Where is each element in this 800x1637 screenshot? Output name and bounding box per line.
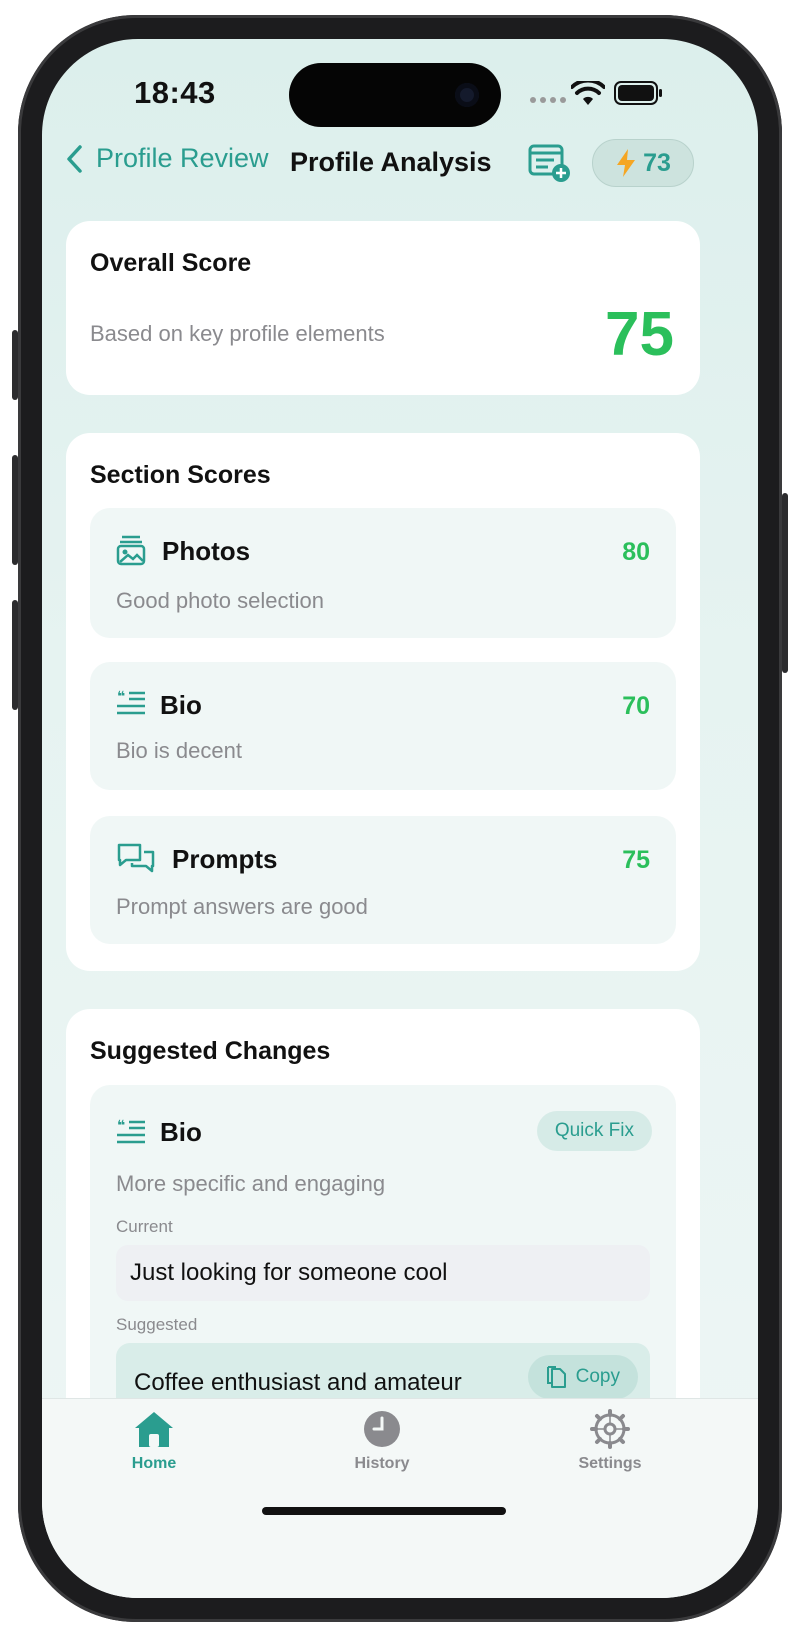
- photo-stack-icon: [116, 535, 146, 566]
- section-score: 70: [622, 692, 650, 720]
- quick-fix-button[interactable]: Quick Fix: [536, 1111, 652, 1151]
- section-scores-card: Section Scores Photos 80 Good photo sele…: [66, 433, 700, 971]
- section-name: Prompts: [172, 844, 278, 874]
- gear-icon: [590, 1409, 630, 1449]
- dynamic-island: [289, 63, 501, 127]
- tab-home[interactable]: Home: [94, 1409, 214, 1473]
- svg-text:❝: ❝: [117, 689, 125, 705]
- section-scores-title: Section Scores: [90, 461, 271, 489]
- wifi-icon: [571, 81, 605, 105]
- section-description: Good photo selection: [116, 588, 324, 613]
- copy-label: Copy: [575, 1366, 620, 1387]
- tab-label: Home: [131, 1455, 177, 1472]
- section-item-prompts[interactable]: Prompts 75 Prompt answers are good: [90, 816, 676, 944]
- chat-bubbles-icon: [117, 843, 155, 873]
- page-title: Profile Analysis: [290, 147, 492, 177]
- tab-label: Settings: [578, 1455, 642, 1472]
- back-label: Profile Review: [96, 143, 269, 173]
- suggested-text: Coffee enthusiast and amateur: [134, 1369, 462, 1396]
- text-quote-icon: ❝: [117, 1118, 145, 1144]
- navigation-bar: Profile Review Profile Analysis 73: [42, 139, 758, 199]
- copy-button[interactable]: Copy: [527, 1355, 638, 1399]
- current-text-box: Just looking for someone cool: [116, 1245, 650, 1301]
- credits-badge[interactable]: 73: [592, 139, 694, 187]
- home-indicator[interactable]: [262, 1507, 506, 1515]
- text-quote-icon: ❝: [117, 689, 145, 715]
- suggested-changes-title: Suggested Changes: [90, 1037, 331, 1065]
- lightning-bolt-icon: [617, 149, 636, 177]
- overall-score-title: Overall Score: [90, 249, 252, 277]
- overall-score-card: Overall Score Based on key profile eleme…: [66, 221, 700, 395]
- new-document-icon[interactable]: [528, 143, 572, 183]
- action-button: [12, 330, 18, 400]
- current-label: Current: [116, 1217, 173, 1236]
- cellular-signal-icon: [530, 97, 566, 103]
- chevron-left-icon: [67, 144, 82, 173]
- section-item-photos[interactable]: Photos 80 Good photo selection: [90, 508, 676, 638]
- overall-score-subtitle: Based on key profile elements: [90, 321, 385, 346]
- tab-bar: Home History Settings: [42, 1398, 758, 1598]
- app-screen: 18:43 Profile Review Profile Analysis 73…: [42, 39, 758, 1598]
- section-score: 80: [622, 538, 650, 566]
- back-button[interactable]: Profile Review: [64, 143, 269, 174]
- current-text: Just looking for someone cool: [130, 1259, 448, 1286]
- svg-text:❝: ❝: [117, 1118, 125, 1134]
- tab-history[interactable]: History: [322, 1409, 442, 1473]
- tab-settings[interactable]: Settings: [550, 1409, 670, 1473]
- power-button: [782, 493, 788, 673]
- battery-icon: [614, 81, 662, 105]
- section-description: Prompt answers are good: [116, 894, 368, 919]
- suggested-label: Suggested: [116, 1315, 198, 1334]
- status-time: 18:43: [134, 75, 216, 110]
- section-item-bio[interactable]: ❝ Bio 70 Bio is decent: [90, 662, 676, 790]
- clock-icon: [364, 1411, 400, 1447]
- camera-icon: [455, 83, 479, 107]
- copy-icon: [546, 1366, 566, 1388]
- volume-up-button: [12, 455, 18, 565]
- section-description: Bio is decent: [116, 738, 242, 763]
- tab-label: History: [354, 1455, 410, 1472]
- overall-score-value: 75: [605, 300, 674, 369]
- house-icon: [135, 1412, 173, 1447]
- credits-count: 73: [643, 148, 671, 177]
- suggestion-name: Bio: [160, 1117, 202, 1147]
- section-name: Photos: [162, 536, 251, 566]
- volume-down-button: [12, 600, 18, 710]
- suggestion-description: More specific and engaging: [116, 1171, 386, 1196]
- section-name: Bio: [160, 690, 202, 720]
- section-score: 75: [622, 846, 650, 874]
